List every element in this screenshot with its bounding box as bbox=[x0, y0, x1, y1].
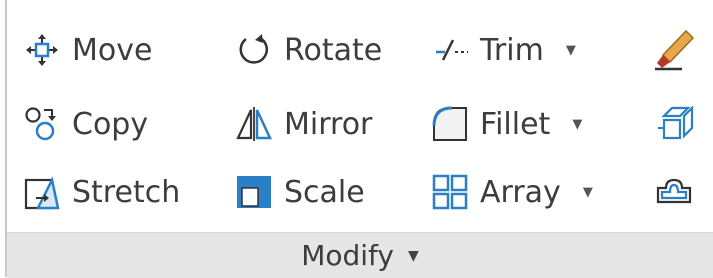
move-icon bbox=[20, 28, 64, 72]
trim-dropdown-icon[interactable]: ▼ bbox=[566, 43, 576, 58]
fillet-dropdown-icon[interactable]: ▼ bbox=[572, 117, 582, 132]
stretch-icon bbox=[20, 170, 64, 214]
offset-button[interactable] bbox=[652, 166, 696, 218]
rotate-icon bbox=[232, 28, 276, 72]
erase-button[interactable] bbox=[652, 24, 696, 76]
trim-icon bbox=[428, 28, 472, 72]
mirror-icon bbox=[232, 102, 276, 146]
panel-expand-icon[interactable]: ▼ bbox=[408, 248, 419, 264]
array-dropdown-icon[interactable]: ▼ bbox=[583, 185, 593, 200]
scale-label: Scale bbox=[284, 174, 365, 210]
array-label: Array bbox=[480, 174, 561, 210]
modify-panel: Move Rotate Trim ▼ Copy Mirror Fillet ▼ … bbox=[0, 0, 713, 278]
explode-icon bbox=[652, 102, 696, 146]
copy-icon bbox=[20, 102, 64, 146]
panel-left-edge bbox=[0, 0, 7, 277]
rotate-label: Rotate bbox=[284, 32, 383, 68]
copy-button[interactable]: Copy bbox=[20, 98, 148, 150]
fillet-icon bbox=[428, 102, 472, 146]
trim-button[interactable]: Trim ▼ bbox=[428, 24, 576, 76]
panel-footer[interactable]: Modify ▼ bbox=[7, 232, 713, 278]
stretch-label: Stretch bbox=[72, 174, 181, 210]
move-label: Move bbox=[72, 32, 153, 68]
array-button[interactable]: Array ▼ bbox=[428, 166, 593, 218]
fillet-button[interactable]: Fillet ▼ bbox=[428, 98, 582, 150]
array-icon bbox=[428, 170, 472, 214]
rotate-button[interactable]: Rotate bbox=[232, 24, 382, 76]
stretch-button[interactable]: Stretch bbox=[20, 166, 180, 218]
panel-title: Modify bbox=[301, 239, 394, 272]
scale-button[interactable]: Scale bbox=[232, 166, 365, 218]
copy-label: Copy bbox=[72, 106, 149, 142]
scale-icon bbox=[232, 170, 276, 214]
mirror-button[interactable]: Mirror bbox=[232, 98, 372, 150]
mirror-label: Mirror bbox=[284, 106, 373, 142]
fillet-label: Fillet bbox=[480, 106, 551, 142]
offset-icon bbox=[652, 170, 696, 214]
trim-label: Trim bbox=[480, 32, 544, 68]
erase-icon bbox=[652, 28, 696, 72]
move-button[interactable]: Move bbox=[20, 24, 152, 76]
explode-button[interactable] bbox=[652, 98, 696, 150]
